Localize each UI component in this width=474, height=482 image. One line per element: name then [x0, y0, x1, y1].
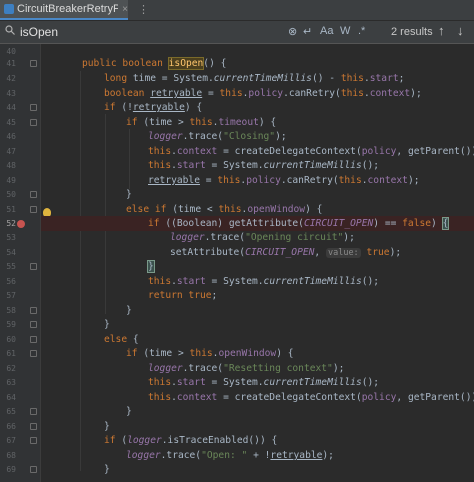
- search-input[interactable]: isOpen: [20, 25, 58, 39]
- code-line: this.start = System.currentTimeMillis();: [148, 276, 380, 287]
- code-line: }: [126, 189, 132, 200]
- code-line: }: [147, 260, 155, 273]
- line-number: 58: [6, 306, 16, 315]
- code-line: }: [104, 464, 110, 475]
- java-file-icon: [4, 4, 14, 14]
- match-case-toggle[interactable]: Aa: [320, 25, 333, 37]
- line-number: 53: [6, 233, 16, 242]
- code-line: setAttribute(CIRCUIT_OPEN, value: true);: [170, 247, 402, 258]
- line-number: 66: [6, 422, 16, 431]
- line-number: 56: [6, 277, 16, 286]
- code-line: }: [126, 406, 132, 417]
- breakpoint-icon[interactable]: [17, 220, 25, 228]
- code-line: logger.trace("Resetting context");: [148, 363, 345, 374]
- code-line: }: [104, 421, 110, 432]
- line-number: 62: [6, 364, 16, 373]
- more-tabs-icon[interactable]: ⋮: [138, 3, 149, 16]
- clear-search-icon[interactable]: ⊗: [288, 25, 297, 38]
- fold-marker-icon[interactable]: [30, 336, 37, 343]
- fold-marker-icon[interactable]: [30, 60, 37, 67]
- code-line: this.context = createDelegateContext(pol…: [148, 392, 474, 403]
- line-number: 61: [6, 349, 16, 358]
- line-number: 67: [6, 436, 16, 445]
- line-number: 60: [6, 335, 16, 344]
- code-line: else if (time < this.openWindow) {: [126, 204, 323, 215]
- line-number: 51: [6, 205, 16, 214]
- line-number: 63: [6, 378, 16, 387]
- line-number: 47: [6, 147, 16, 156]
- code-line: logger.trace("Opening circuit");: [170, 232, 355, 243]
- find-bar: isOpen ⊗ ↵ Aa W .* 2 results ↑ ↓: [0, 21, 474, 44]
- close-tab-icon[interactable]: ×: [122, 4, 128, 15]
- code-line: }: [104, 319, 110, 330]
- code-line: logger.trace("Open: " + !retryable);: [126, 450, 334, 461]
- code-line: boolean retryable = this.policy.canRetry…: [104, 88, 422, 99]
- fold-marker-icon[interactable]: [30, 350, 37, 357]
- line-number: 45: [6, 118, 16, 127]
- code-line: if (time > this.openWindow) {: [126, 348, 294, 359]
- code-line: else {: [104, 334, 139, 345]
- line-number: 50: [6, 190, 16, 199]
- tab-circuit-breaker-retry-policy[interactable]: CircuitBreakerRetryPolicy.java ×: [0, 0, 128, 20]
- line-number: 42: [6, 74, 16, 83]
- new-line-icon[interactable]: ↵: [303, 25, 312, 38]
- code-line: if (time > this.timeout) {: [126, 117, 277, 128]
- fold-marker-icon[interactable]: [30, 119, 37, 126]
- line-number: 54: [6, 248, 16, 257]
- line-number: 59: [6, 320, 16, 329]
- fold-marker-icon[interactable]: [30, 437, 37, 444]
- line-number: 48: [6, 161, 16, 170]
- fold-marker-icon[interactable]: [30, 307, 37, 314]
- line-number: 57: [6, 291, 16, 300]
- code-line: this.start = System.currentTimeMillis();: [148, 377, 380, 388]
- code-line: logger.trace("Closing");: [148, 131, 287, 142]
- line-number: 68: [6, 451, 16, 460]
- line-number: 43: [6, 89, 16, 98]
- fold-marker-icon[interactable]: [30, 408, 37, 415]
- code-line: }: [126, 305, 132, 316]
- line-number: 65: [6, 407, 16, 416]
- fold-marker-icon[interactable]: [30, 104, 37, 111]
- line-number: 46: [6, 132, 16, 141]
- line-number-gutter[interactable]: 40 41 42 43 44 45 46 47 48 49 50 51 52 5…: [0, 44, 41, 482]
- code-line: retryable = this.policy.canRetry(this.co…: [148, 175, 420, 186]
- line-number: 49: [6, 176, 16, 185]
- line-number: 64: [6, 393, 16, 402]
- code-line: this.context = createDelegateContext(pol…: [148, 146, 474, 157]
- code-line: public boolean isOpen() {: [82, 57, 227, 70]
- next-match-button[interactable]: ↓: [457, 23, 464, 38]
- code-editor[interactable]: public boolean isOpen() { long time = Sy…: [41, 44, 474, 482]
- code-line: if (!retryable) {: [104, 102, 203, 113]
- line-number: 55: [6, 262, 16, 271]
- code-line: if (logger.isTraceEnabled()) {: [104, 435, 278, 446]
- fold-marker-icon[interactable]: [30, 191, 37, 198]
- code-line: this.start = System.currentTimeMillis();: [148, 160, 380, 171]
- fold-marker-icon[interactable]: [30, 206, 37, 213]
- fold-marker-icon[interactable]: [30, 423, 37, 430]
- tab-label: CircuitBreakerRetryPolicy.java: [17, 3, 119, 15]
- regex-toggle[interactable]: .*: [358, 25, 365, 37]
- code-line-breakpoint: if ((Boolean) getAttribute(CIRCUIT_OPEN)…: [41, 216, 474, 231]
- code-line: long time = System.currentTimeMillis() -…: [104, 73, 405, 84]
- fold-marker-icon[interactable]: [30, 466, 37, 473]
- line-number: 69: [6, 465, 16, 474]
- code-line: return true;: [148, 290, 218, 301]
- search-results-count: 2 results: [391, 26, 433, 38]
- fold-marker-icon[interactable]: [30, 263, 37, 270]
- fold-marker-icon[interactable]: [30, 321, 37, 328]
- previous-match-button[interactable]: ↑: [438, 23, 445, 38]
- line-number: 41: [6, 59, 16, 68]
- search-icon: [5, 25, 15, 35]
- whole-word-toggle[interactable]: W: [340, 25, 350, 37]
- line-number: 44: [6, 103, 16, 112]
- line-number: 52: [6, 219, 16, 228]
- editor-tab-bar: CircuitBreakerRetryPolicy.java × ⋮: [0, 0, 474, 21]
